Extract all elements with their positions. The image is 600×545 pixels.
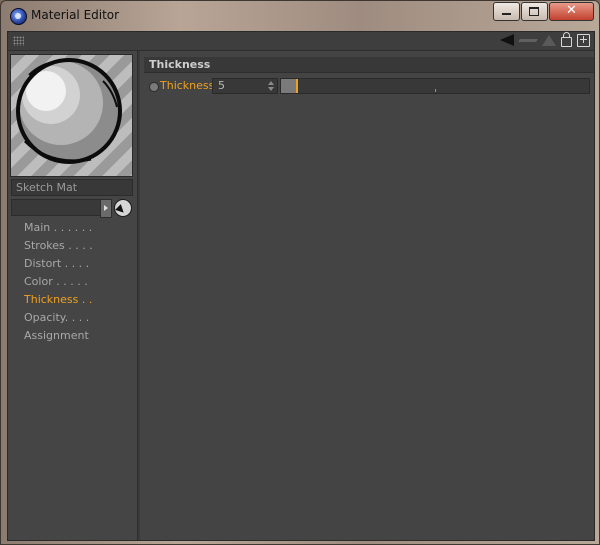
slider-tick — [435, 89, 436, 92]
maximize-button[interactable] — [521, 2, 548, 21]
channel-list: Main . . . . . . Strokes . . . . Distort… — [24, 219, 93, 345]
up-arrow-icon[interactable] — [542, 34, 556, 46]
nav-item-opacity[interactable]: Opacity. . . . — [24, 309, 93, 327]
slider-handle[interactable] — [296, 79, 298, 93]
new-window-icon[interactable] — [577, 33, 590, 47]
sketch-sphere-preview — [16, 58, 122, 164]
nav-item-color[interactable]: Color . . . . . — [24, 273, 93, 291]
nav-item-distort[interactable]: Distort . . . . — [24, 255, 93, 273]
material-selector[interactable] — [11, 199, 101, 216]
editor-client-area: Sketch Mat Main . . . . . . Strokes . . … — [7, 31, 595, 541]
window-title: Material Editor — [31, 8, 120, 22]
title-bar[interactable]: Material Editor ✕ — [1, 1, 599, 31]
attributes-panel: Thickness Thickness 5 — [141, 51, 594, 540]
spinner-arrows-icon[interactable] — [268, 81, 274, 91]
panel-splitter[interactable] — [138, 51, 140, 540]
nav-item-assignment[interactable]: Assignment — [24, 327, 93, 345]
thickness-parameter-row: Thickness 5 — [144, 78, 594, 95]
minimize-button[interactable] — [493, 2, 520, 21]
toolbar-icons — [500, 32, 590, 47]
material-sidebar: Sketch Mat Main . . . . . . Strokes . . … — [8, 51, 138, 540]
parameter-label: Thickness — [160, 79, 215, 92]
slider-fill — [281, 79, 296, 93]
material-name-field[interactable]: Sketch Mat — [11, 179, 133, 196]
nav-item-thickness[interactable]: Thickness . . — [24, 291, 93, 309]
pick-material-icon[interactable] — [114, 199, 132, 217]
lock-icon[interactable] — [561, 32, 572, 47]
selector-arrow-button[interactable] — [100, 199, 112, 218]
keyframe-dot-icon[interactable] — [149, 82, 159, 92]
thickness-slider[interactable] — [280, 78, 590, 94]
nav-item-strokes[interactable]: Strokes . . . . — [24, 237, 93, 255]
thickness-value: 5 — [218, 79, 225, 92]
close-icon: ✕ — [566, 3, 577, 18]
material-editor-window: Material Editor ✕ Sketch Mat Main . . . … — [0, 0, 600, 545]
cinema4d-app-icon — [10, 8, 27, 25]
grip-icon[interactable] — [13, 36, 24, 46]
close-button[interactable]: ✕ — [549, 2, 594, 21]
editor-toolbar — [8, 32, 594, 51]
forward-arrow-icon[interactable] — [518, 38, 538, 42]
window-controls: ✕ — [492, 2, 594, 21]
nav-item-main[interactable]: Main . . . . . . — [24, 219, 93, 237]
back-arrow-icon[interactable] — [500, 34, 514, 46]
section-title: Thickness — [144, 57, 594, 73]
material-preview[interactable] — [10, 54, 133, 177]
